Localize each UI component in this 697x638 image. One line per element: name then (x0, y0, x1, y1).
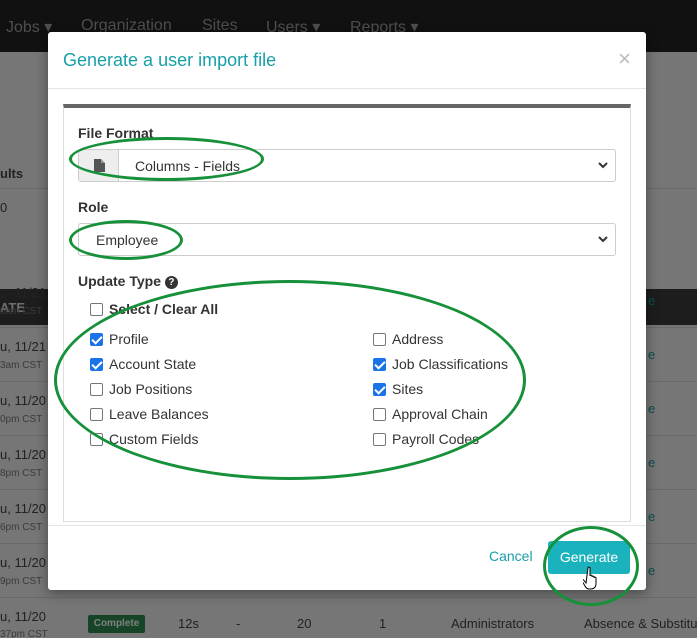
job-positions-checkbox[interactable] (90, 383, 103, 396)
role-select[interactable]: Employee (78, 223, 616, 256)
cancel-button[interactable]: Cancel (489, 548, 533, 564)
file-format-label: File Format (78, 125, 154, 141)
hand-cursor-icon (583, 566, 597, 590)
approval-chain-checkbox[interactable] (373, 408, 386, 421)
chevron-down-icon (598, 162, 608, 169)
form-panel: File Format Columns - Fields Role Employ… (63, 104, 631, 522)
dialog-title: Generate a user import file (63, 50, 277, 70)
address-checkbox[interactable] (373, 333, 386, 346)
select-all-checkbox[interactable] (90, 303, 103, 316)
sites-checkbox[interactable] (373, 383, 386, 396)
chevron-down-icon (598, 236, 608, 243)
close-icon[interactable]: × (618, 46, 631, 72)
file-format-value: Columns - Fields (135, 158, 241, 174)
generate-import-dialog: Generate a user import file × File Forma… (48, 32, 646, 590)
help-icon[interactable]: ? (164, 276, 178, 289)
role-label: Role (78, 199, 109, 215)
file-format-select[interactable]: Columns - Fields (78, 149, 616, 182)
account-state-checkbox[interactable] (90, 358, 103, 371)
divider (48, 525, 646, 526)
payroll-codes-checkbox[interactable] (373, 433, 386, 446)
profile-checkbox[interactable] (90, 333, 103, 346)
job-classifications-checkbox[interactable] (373, 358, 386, 371)
file-icon (79, 150, 119, 181)
leave-balances-checkbox[interactable] (90, 408, 103, 421)
update-type-label: Update Type? (78, 273, 178, 289)
divider (48, 88, 646, 89)
role-value: Employee (96, 232, 159, 248)
custom-fields-checkbox[interactable] (90, 433, 103, 446)
